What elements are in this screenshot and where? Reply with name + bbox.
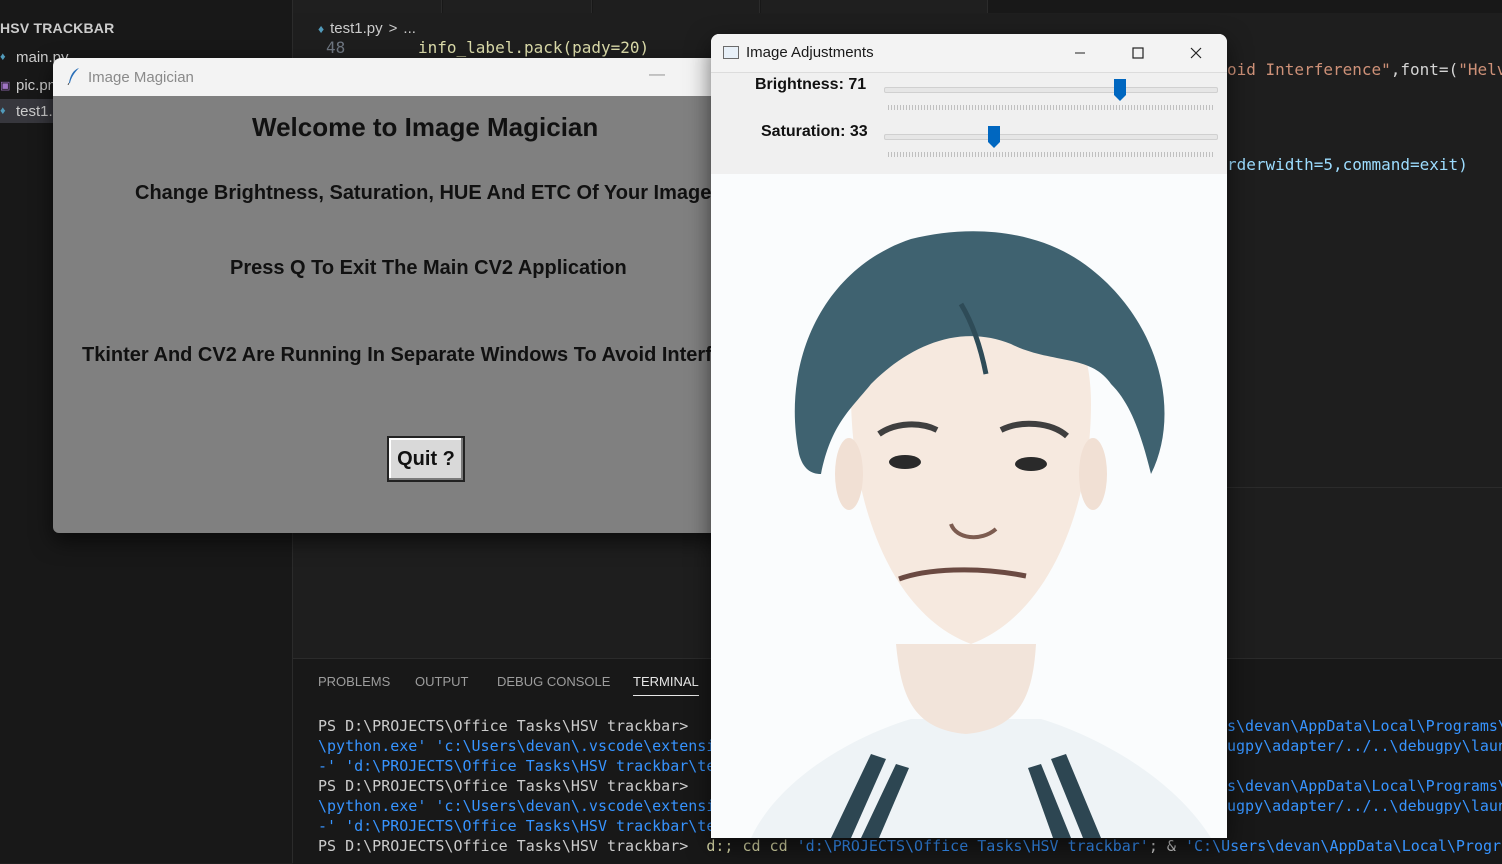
minimize-icon[interactable]: — <box>649 66 665 84</box>
code-fragment-1[interactable]: oid Interference",font=("Helv <box>1227 60 1502 79</box>
terminal-line-right: s\devan\AppData\Local\Programs\ <box>1227 717 1502 735</box>
brightness-slider-thumb[interactable] <box>1113 78 1127 102</box>
quit-button[interactable]: Quit ? <box>387 436 465 482</box>
terminal-line: PS D:\PROJECTS\Office Tasks\HSV trackbar… <box>318 777 689 795</box>
saturation-slider-ticks <box>888 152 1214 157</box>
brightness-slider-ticks <box>888 105 1214 110</box>
python-file-icon: ♦ <box>0 51 6 63</box>
code-text: ,font=( <box>1390 60 1459 79</box>
saturation-slider-track[interactable] <box>884 134 1218 140</box>
maximize-button[interactable] <box>1109 34 1167 72</box>
terminal-line: \python.exe' 'c:\Users\devan\.vscode\ext… <box>318 797 716 815</box>
python-file-icon: ♦ <box>0 105 6 117</box>
saturation-label: Saturation: 33 <box>761 123 868 140</box>
terminal-line: -' 'd:\PROJECTS\Office Tasks\HSV trackba… <box>318 817 716 835</box>
code-line[interactable]: info_label.pack(pady=20) <box>418 38 649 57</box>
breadcrumb-file[interactable]: test1.py <box>330 20 383 37</box>
window-titlebar[interactable]: Image Magician — <box>53 58 753 96</box>
close-icon <box>1190 47 1202 59</box>
terminal-text: ; & <box>1148 837 1176 855</box>
maximize-icon <box>1132 47 1144 59</box>
editor-tab-bar <box>293 0 1502 13</box>
feather-icon <box>67 68 79 85</box>
brightness-slider-track[interactable] <box>884 87 1218 93</box>
minimize-icon <box>1075 52 1085 54</box>
terminal-line: PS D:\PROJECTS\Office Tasks\HSV trackbar… <box>318 717 689 735</box>
terminal-line-right: ugpy\adapter/../..\debugpy\laun <box>1227 797 1502 815</box>
info-line-interference: Tkinter And CV2 Are Running In Separate … <box>82 344 712 366</box>
welcome-heading: Welcome to Image Magician <box>252 112 599 142</box>
close-button[interactable] <box>1167 34 1225 72</box>
terminal-arg: 'd:\PROJECTS\Office Tasks\HSV trackbar' <box>796 837 1149 855</box>
window-title: Image Magician <box>88 69 194 86</box>
terminal-line-right: s\devan\AppData\Local\Programs\ <box>1227 777 1502 795</box>
editor-tab-active[interactable] <box>593 0 760 13</box>
tab-terminal[interactable]: TERMINAL <box>633 674 699 696</box>
info-line-features: Change Brightness, Saturation, HUE And E… <box>135 182 712 204</box>
breadcrumb-more[interactable]: ... <box>403 20 416 37</box>
app-window-icon <box>723 46 739 59</box>
tab-output[interactable]: OUTPUT <box>415 674 468 689</box>
tab-problems[interactable]: PROBLEMS <box>318 674 390 689</box>
terminal-line-right: ugpy\adapter/../..\debugpy\laun <box>1227 737 1502 755</box>
tab-debug-console[interactable]: DEBUG CONSOLE <box>497 674 610 689</box>
window-title: Image Adjustments <box>746 44 874 61</box>
editor-tab[interactable] <box>761 0 988 13</box>
adjusted-portrait-photo <box>711 174 1227 838</box>
terminal-cmd: d:; cd <box>706 837 761 855</box>
window-titlebar[interactable]: Image Adjustments <box>711 34 1227 73</box>
saturation-slider-thumb[interactable] <box>987 125 1001 149</box>
terminal-line: \python.exe' 'c:\Users\devan\.vscode\ext… <box>318 737 716 755</box>
code-fragment-2[interactable]: rderwidth=5,command=exit) <box>1227 155 1468 174</box>
image-adjustments-window: Image Adjustments Brightness: 71 Saturat… <box>711 34 1227 838</box>
terminal-prompt: PS D:\PROJECTS\Office Tasks\HSV trackbar… <box>318 837 689 855</box>
code-string: oid Interference" <box>1227 60 1391 79</box>
terminal-cmd: cd <box>769 837 788 855</box>
line-number: 48 <box>326 38 346 57</box>
info-line-quit-hint: Press Q To Exit The Main CV2 Application <box>230 257 627 279</box>
file-label: test1. <box>16 102 53 120</box>
image-magician-window: Image Magician — Welcome to Image Magici… <box>53 58 753 533</box>
terminal-arg: 'C:\Users\devan\AppData\Local\Programs\ <box>1184 837 1502 855</box>
breadcrumb-separator: > <box>388 20 398 37</box>
file-label: pic.pn <box>16 76 57 94</box>
python-file-icon: ♦ <box>318 21 325 36</box>
editor-divider <box>1227 487 1502 488</box>
brightness-label: Brightness: 71 <box>755 76 867 93</box>
editor-tab[interactable] <box>443 0 592 13</box>
breadcrumb: ♦ test1.py > ... <box>318 20 416 37</box>
image-file-icon: ▣ <box>0 79 11 92</box>
explorer-title: HSV TRACKBAR <box>0 20 115 36</box>
editor-tab[interactable] <box>293 0 442 13</box>
minimize-button[interactable] <box>1051 34 1109 72</box>
terminal-line: -' 'd:\PROJECTS\Office Tasks\HSV trackba… <box>318 757 716 775</box>
terminal-line: PS D:\PROJECTS\Office Tasks\HSV trackbar… <box>318 837 1502 855</box>
code-string: "Helv <box>1458 60 1502 79</box>
